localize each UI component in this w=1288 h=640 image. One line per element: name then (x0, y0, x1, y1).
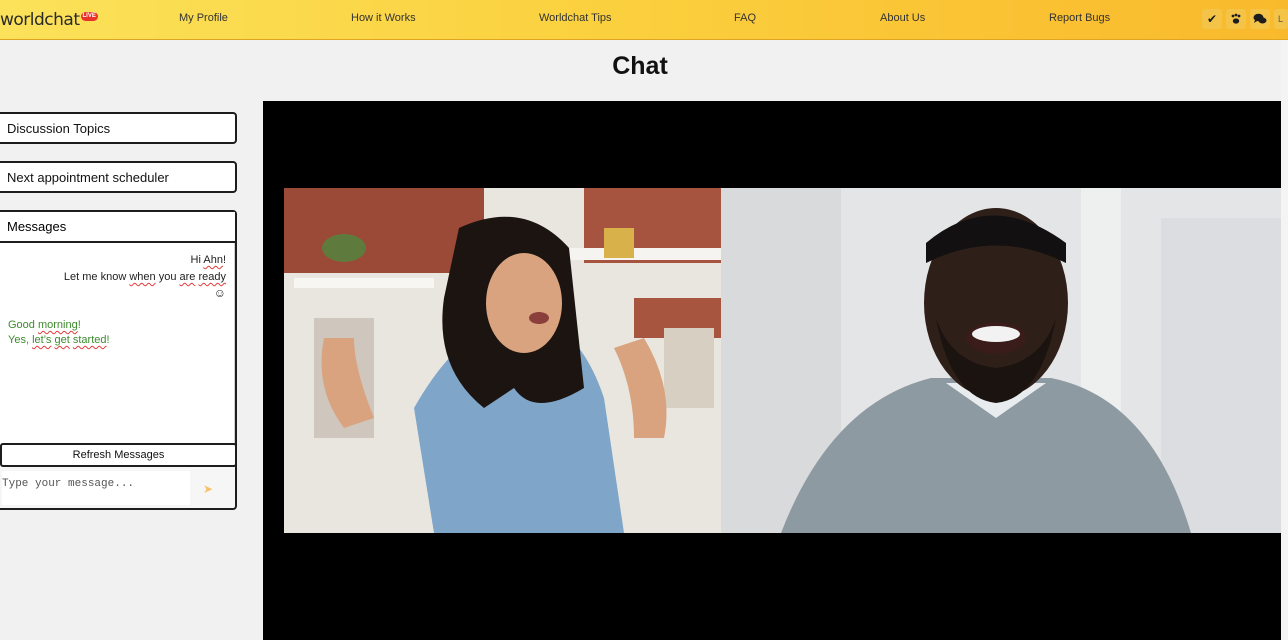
remote-video-feed (284, 188, 721, 533)
worldchat-logo[interactable]: worldchat LIVE (0, 10, 98, 30)
paw-icon[interactable] (1226, 9, 1246, 29)
text-segment: Yes, (8, 334, 33, 346)
nav-how-it-works[interactable]: How it Works (351, 12, 416, 24)
text-segment: Let me know (63, 271, 130, 283)
chat-bubbles-icon[interactable] (1250, 9, 1270, 29)
refresh-messages-button[interactable]: Refresh Messages (0, 443, 237, 467)
checkmark-icon[interactable]: ✔ (1202, 9, 1222, 29)
text-segment-flagged: when (129, 271, 156, 283)
paw-icon-glyph (1231, 13, 1241, 24)
messages-panel: Messages Hi Ahn! Let me know when you ar… (0, 210, 237, 510)
discussion-topics-button[interactable]: Discussion Topics (0, 112, 237, 144)
nav-my-profile[interactable]: My Profile (179, 12, 228, 24)
send-arrow-icon[interactable]: ➤ (203, 482, 213, 496)
outgoing-message: Good morning! Yes, let’s get started! (8, 318, 110, 348)
message-input[interactable] (2, 471, 190, 505)
text-segment: ! (222, 254, 226, 266)
nav-report-bugs[interactable]: Report Bugs (1049, 12, 1110, 24)
text-segment-flagged: get (54, 334, 70, 346)
chat-bubbles-glyph (1253, 13, 1267, 24)
live-badge: LIVE (80, 12, 98, 21)
text-segment: ! (77, 319, 81, 331)
text-segment: Good (8, 319, 38, 331)
nav-faq[interactable]: FAQ (734, 12, 756, 24)
outgoing-message-line-1: Good morning! (8, 318, 110, 333)
incoming-message-line-1: Hi Ahn! (64, 252, 226, 269)
text-segment-flagged: ready (198, 271, 226, 283)
nav-worldchat-tips[interactable]: Worldchat Tips (539, 12, 612, 24)
text-segment-flagged: started (72, 334, 107, 346)
text-segment-flagged: morning (37, 319, 78, 331)
logo-text: worldchat (0, 10, 80, 30)
top-navigation-bar: worldchat LIVE My Profile How it Works W… (0, 0, 1288, 40)
video-call-stage (263, 101, 1281, 640)
page-scroll-edge[interactable] (1281, 40, 1288, 640)
smiley-emoji-icon: ☺ (213, 286, 226, 300)
text-segment: ! (106, 334, 110, 346)
text-segment: you (155, 271, 180, 283)
text-segment: Hi (190, 254, 204, 266)
incoming-message: Hi Ahn! Let me know when you are ready ☺ (64, 252, 226, 300)
text-segment-flagged: are (179, 271, 196, 283)
page-title: Chat (612, 52, 668, 80)
local-video-feed (721, 188, 1281, 533)
outgoing-message-line-2: Yes, let’s get started! (8, 333, 110, 348)
nav-icon-group: ✔ L (1202, 9, 1288, 29)
incoming-message-line-2: Let me know when you are ready (64, 269, 226, 286)
messages-header[interactable]: Messages (0, 212, 235, 243)
message-list[interactable]: Hi Ahn! Let me know when you are ready ☺… (0, 243, 235, 443)
remote-video-frame (284, 188, 721, 533)
text-segment-flagged: Ahn (203, 254, 223, 266)
nav-about-us[interactable]: About Us (880, 12, 925, 24)
next-appointment-scheduler-button[interactable]: Next appointment scheduler (0, 161, 237, 193)
local-video-frame (721, 188, 1281, 533)
nav-partial-item[interactable]: L (1274, 9, 1288, 29)
text-segment-flagged: let’s (32, 334, 52, 346)
